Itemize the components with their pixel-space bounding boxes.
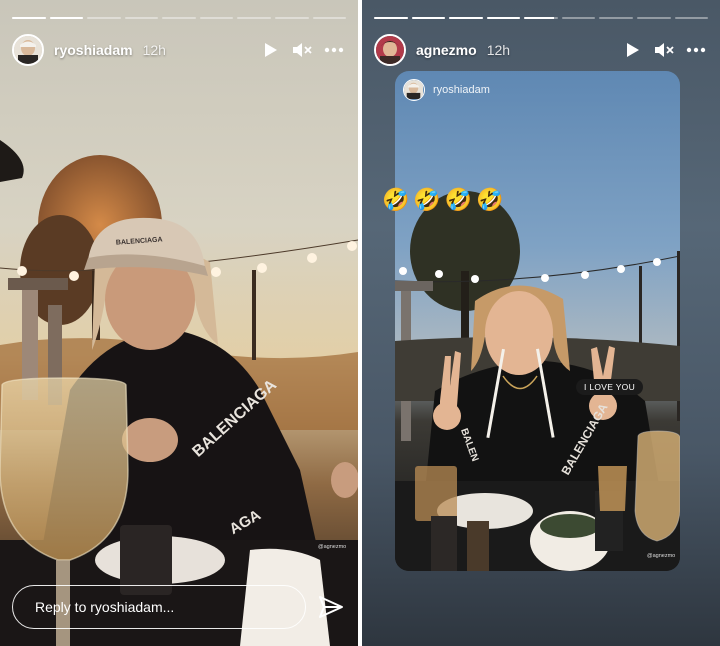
play-icon[interactable] (622, 40, 642, 60)
username[interactable]: ryoshiadam (54, 42, 133, 58)
progress-segment (561, 17, 596, 19)
time-ago: 12h (142, 42, 166, 58)
reposted-photo: BALENCIAGA BALEN @agnezmo (395, 71, 680, 571)
laughing-emoji-icon: 🤣 (413, 188, 441, 213)
send-icon[interactable] (316, 592, 346, 622)
more-icon[interactable] (324, 40, 344, 60)
reply-bar: Reply to ryoshiadam... (12, 585, 346, 629)
mute-icon[interactable] (292, 40, 312, 60)
reposted-story[interactable]: BALENCIAGA BALEN @agnezmo ryoshiadam I L… (395, 71, 680, 571)
story-right[interactable]: agnezmo 12h BALENCIAGA BALEN @agnezmo ry… (362, 0, 720, 646)
reply-input[interactable]: Reply to ryoshiadam... (12, 585, 306, 629)
progress-segment (599, 17, 633, 19)
progress-segment (49, 17, 84, 19)
mute-icon[interactable] (654, 40, 674, 60)
avatar[interactable] (374, 34, 406, 66)
watermark: @agnezmo (647, 553, 675, 559)
repost-header: ryoshiadam (403, 79, 490, 101)
progress-segment (162, 17, 196, 19)
play-icon[interactable] (260, 40, 280, 60)
watermark: @agnezmo (318, 544, 346, 550)
laughing-emoji-icon: 🤣 (382, 188, 410, 213)
story-header: agnezmo 12h (374, 34, 706, 66)
progress-segment (124, 17, 159, 19)
progress-bar (12, 17, 347, 20)
avatar[interactable] (12, 34, 44, 66)
progress-segment (374, 17, 408, 19)
progress-segment (87, 17, 121, 19)
progress-segment (312, 17, 347, 19)
progress-segment (274, 17, 309, 19)
progress-segment (486, 17, 521, 19)
laughing-emoji-icon: 🤣 (476, 188, 504, 213)
story-header: ryoshiadam 12h (12, 34, 344, 66)
repost-username[interactable]: ryoshiadam (433, 84, 490, 96)
i-love-you-sticker: I LOVE YOU (576, 379, 644, 395)
more-icon[interactable] (686, 40, 706, 60)
story-photo: BALENCIAGA BALENCIAGA AGA @agnezmo (0, 0, 358, 646)
story-left[interactable]: BALENCIAGA BALENCIAGA AGA @agnezmo ryosh… (0, 0, 358, 646)
laughing-emoji-icon: 🤣 (444, 188, 473, 213)
progress-bar (374, 17, 709, 20)
progress-segment (199, 17, 234, 19)
progress-segment (524, 17, 558, 19)
reply-placeholder: Reply to ryoshiadam... (35, 599, 175, 615)
progress-segment (636, 17, 671, 19)
progress-segment (12, 17, 46, 19)
progress-segment (674, 17, 709, 19)
progress-segment (237, 17, 271, 19)
time-ago: 12h (486, 42, 511, 58)
avatar[interactable] (403, 79, 425, 101)
emoji-sticker-row: 🤣 🤣 🤣 🤣 (382, 188, 504, 214)
username[interactable]: agnezmo (416, 42, 477, 58)
progress-segment (449, 17, 483, 19)
progress-segment (411, 17, 446, 19)
